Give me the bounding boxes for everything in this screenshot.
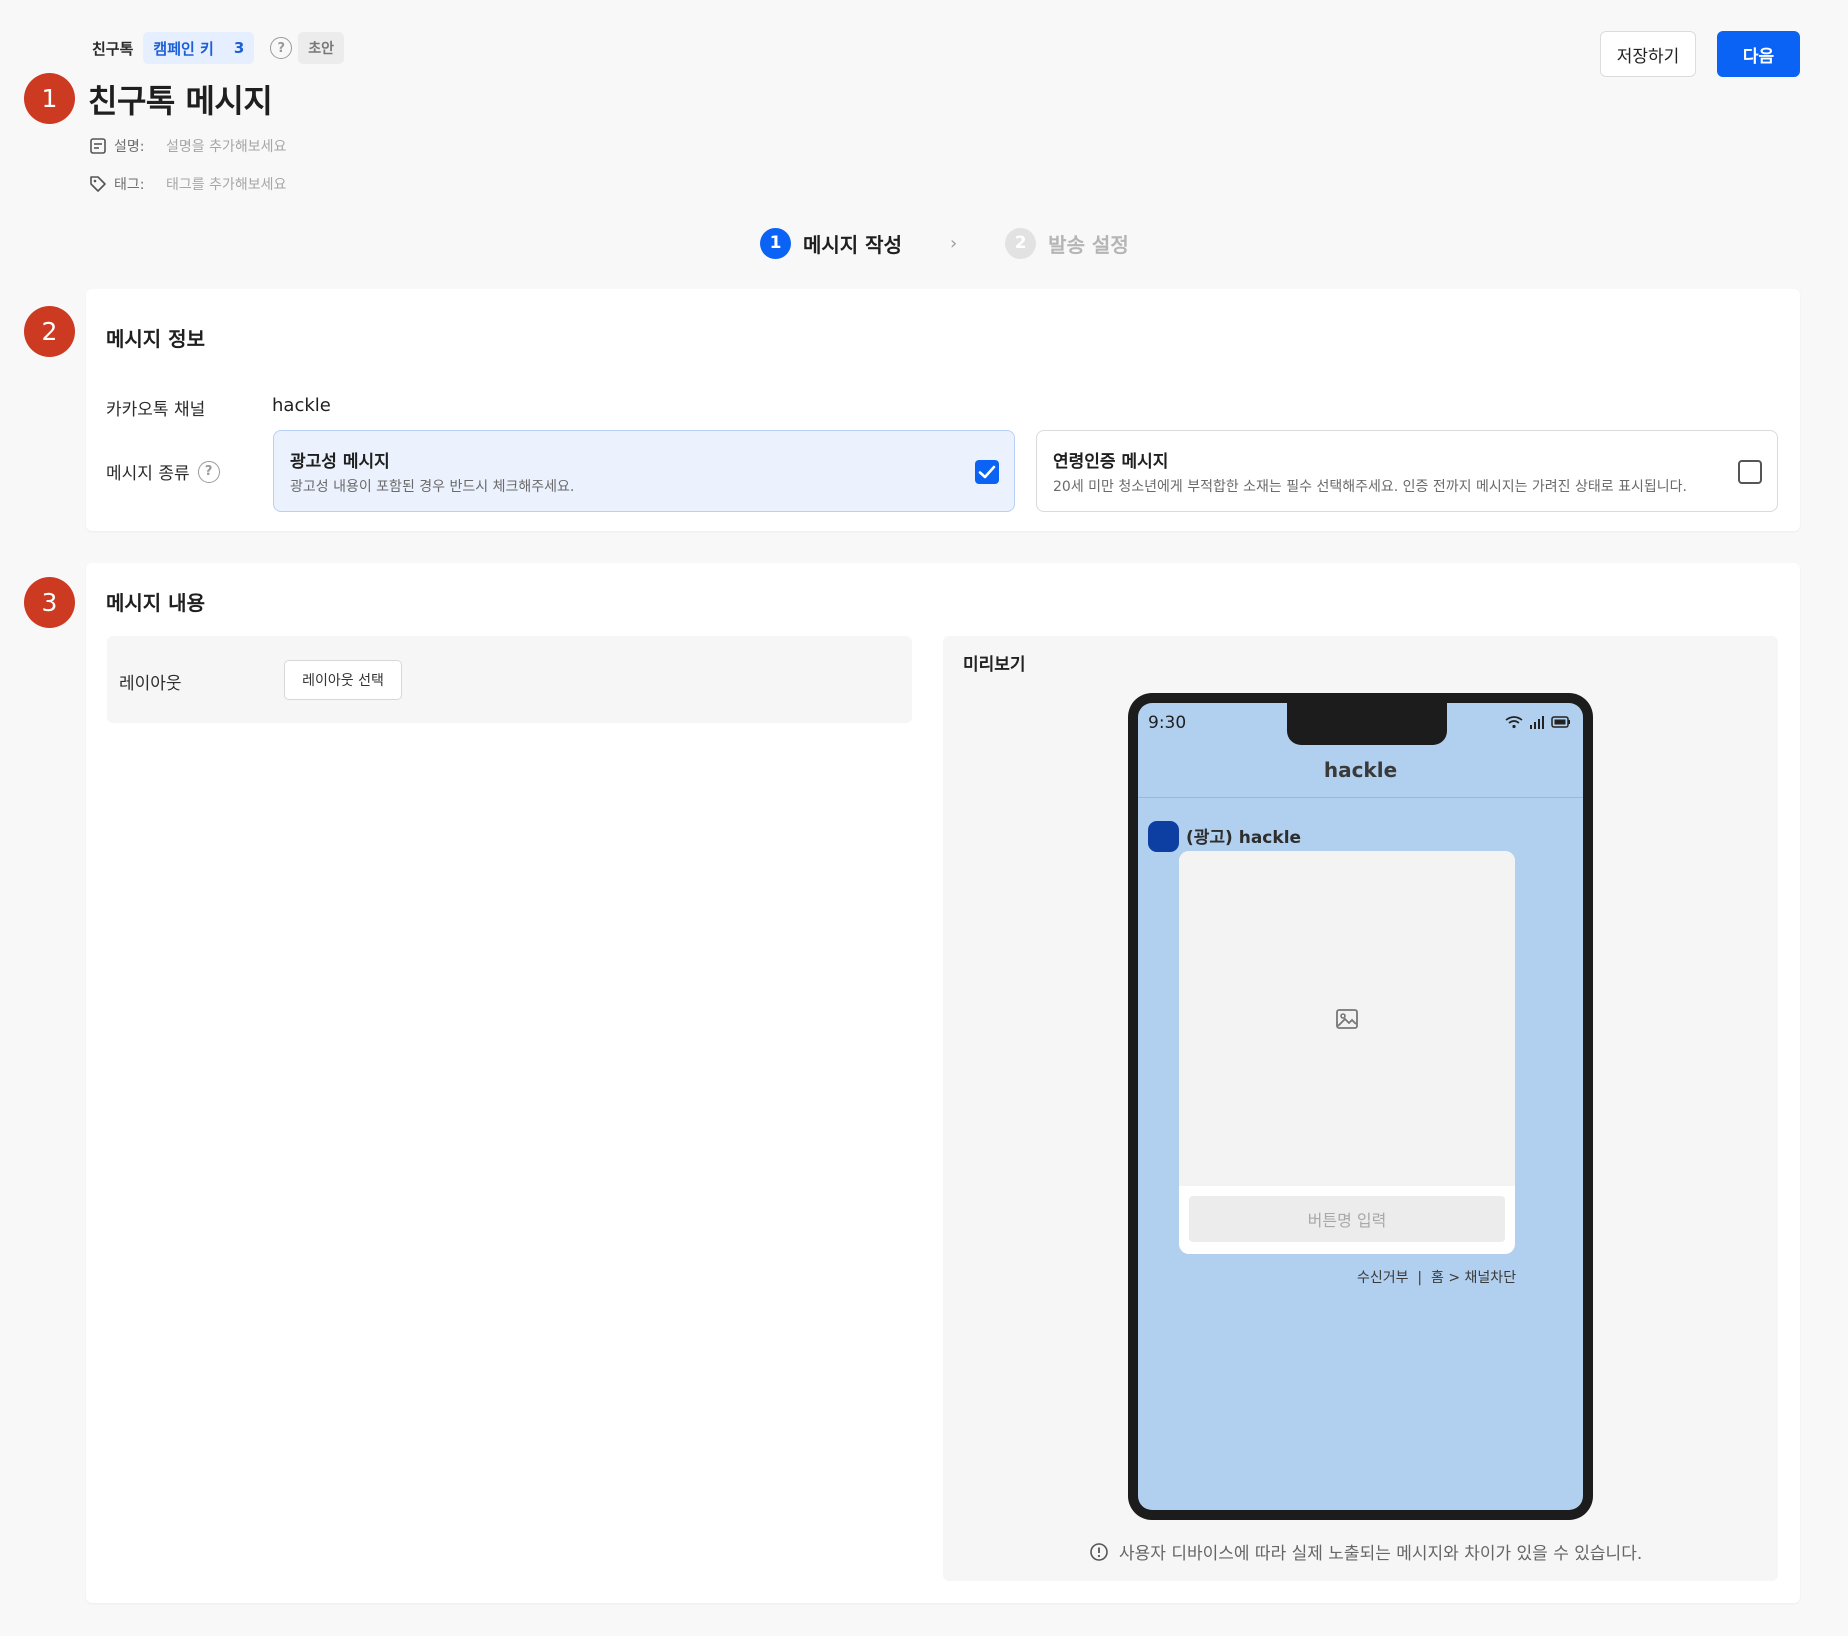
step-number: 1 xyxy=(760,227,791,259)
message-info-title: 메시지 정보 xyxy=(106,327,205,351)
channel-type-label: 친구톡 xyxy=(92,39,134,58)
message-content-title: 메시지 내용 xyxy=(106,591,205,615)
message-content-card: 메시지 내용 레이아웃 레이아웃 선택 미리보기 9:30 hackle (광고… xyxy=(86,563,1800,1603)
help-icon[interactable]: ? xyxy=(197,460,220,483)
channel-value: hackle xyxy=(272,395,331,416)
optout-text: 수신거부 | 홈 > 채널차단 xyxy=(1357,1270,1517,1286)
select-layout-button[interactable]: 레이아웃 선택 xyxy=(284,660,402,700)
preview-notice-text: 사용자 디바이스에 따라 실제 노출되는 메시지와 차이가 있을 수 있습니다. xyxy=(1119,1544,1643,1564)
help-icon[interactable]: ? xyxy=(270,37,293,59)
description-label: 설명: xyxy=(114,139,145,155)
message-type-label: 메시지 종류 xyxy=(106,464,190,484)
step-compose[interactable]: 1 메시지 작성 xyxy=(760,227,902,259)
status-badge: 초안 xyxy=(298,32,345,64)
ad-message-description: 광고성 내용이 포함된 경우 반드시 체크해주세요. xyxy=(290,479,575,495)
phone-notch xyxy=(1287,703,1447,745)
page-title: 친구톡 메시지 xyxy=(88,82,273,120)
age-verification-description: 20세 미만 청소년에게 부적합한 소재는 필수 선택해주세요. 인증 전까지 … xyxy=(1053,479,1687,495)
ad-message-title: 광고성 메시지 xyxy=(290,452,390,472)
campaign-key-badge[interactable]: 캠페인 키 3 xyxy=(143,32,255,64)
save-button[interactable]: 저장하기 xyxy=(1600,31,1696,77)
wifi-icon xyxy=(1505,716,1523,729)
message-info-card: 메시지 정보 카카오톡 채널 hackle 메시지 종류 ? 광고성 메시지 광… xyxy=(86,289,1800,531)
info-icon xyxy=(1090,1542,1108,1561)
tag-row[interactable]: 태그: 태그를 추가해보세요 xyxy=(88,174,286,194)
age-verification-checkbox[interactable] xyxy=(1738,460,1762,484)
step-number: 2 xyxy=(1005,227,1037,259)
phone-mockup: 9:30 hackle (광고) hackle 버튼명 입력 수신거부 | 홈 … xyxy=(1128,693,1593,1520)
annotation-marker-1: 1 xyxy=(24,73,75,124)
tag-label: 태그: xyxy=(114,177,145,193)
age-verification-title: 연령인증 메시지 xyxy=(1053,452,1169,472)
ad-message-checkbox[interactable] xyxy=(975,460,999,484)
campaign-key-count: 3 xyxy=(233,39,245,57)
tag-input[interactable]: 태그를 추가해보세요 xyxy=(166,174,286,194)
battery-icon xyxy=(1551,716,1570,728)
sender-name: (광고) hackle xyxy=(1186,828,1302,848)
message-bubble: 버튼명 입력 xyxy=(1179,851,1515,1254)
layout-label: 레이아웃 xyxy=(119,674,182,694)
tag-icon xyxy=(90,176,106,192)
signal-icon xyxy=(1530,716,1544,729)
layout-panel: 레이아웃 레이아웃 선택 xyxy=(107,636,912,723)
description-input[interactable]: 설명을 추가해보세요 xyxy=(166,136,286,156)
status-icons xyxy=(1505,715,1571,729)
step-label: 메시지 작성 xyxy=(803,232,902,257)
status-time: 9:30 xyxy=(1148,713,1187,733)
preview-title: 미리보기 xyxy=(963,655,1026,675)
memo-icon xyxy=(90,138,106,154)
button-name-placeholder: 버튼명 입력 xyxy=(1189,1196,1505,1242)
channel-label: 카카오톡 채널 xyxy=(106,400,206,420)
stepper: 1 메시지 작성 › 2 발송 설정 xyxy=(760,226,1129,260)
annotation-marker-3: 3 xyxy=(24,577,75,628)
image-icon xyxy=(1336,1008,1358,1029)
image-placeholder xyxy=(1179,851,1515,1186)
phone-screen: 9:30 hackle (광고) hackle 버튼명 입력 수신거부 | 홈 … xyxy=(1138,703,1583,1510)
preview-notice: 사용자 디바이스에 따라 실제 노출되는 메시지와 차이가 있을 수 있습니다. xyxy=(1089,1539,1642,1564)
description-row[interactable]: 설명: 설명을 추가해보세요 xyxy=(88,136,286,156)
avatar xyxy=(1148,821,1179,852)
ad-message-option[interactable]: 광고성 메시지 광고성 내용이 포함된 경우 반드시 체크해주세요. xyxy=(273,430,1015,512)
chevron-right-icon: › xyxy=(949,232,958,254)
chat-divider xyxy=(1138,797,1583,798)
message-type-label-row: 메시지 종류 ? xyxy=(106,459,220,484)
check-icon xyxy=(978,465,996,479)
step-label: 발송 설정 xyxy=(1048,232,1129,257)
step-send-settings[interactable]: 2 발송 설정 xyxy=(1005,227,1129,259)
breadcrumb: 친구톡 캠페인 키 3 ? 초안 xyxy=(88,32,345,64)
next-button[interactable]: 다음 xyxy=(1717,31,1800,77)
chat-title: hackle xyxy=(1323,758,1398,782)
preview-panel: 미리보기 9:30 hackle (광고) hackle 버튼명 입력 수신거부… xyxy=(943,636,1778,1581)
age-verification-option[interactable]: 연령인증 메시지 20세 미만 청소년에게 부적합한 소재는 필수 선택해주세요… xyxy=(1036,430,1778,512)
campaign-key-label: 캠페인 키 xyxy=(153,39,214,58)
annotation-marker-2: 2 xyxy=(24,306,75,357)
